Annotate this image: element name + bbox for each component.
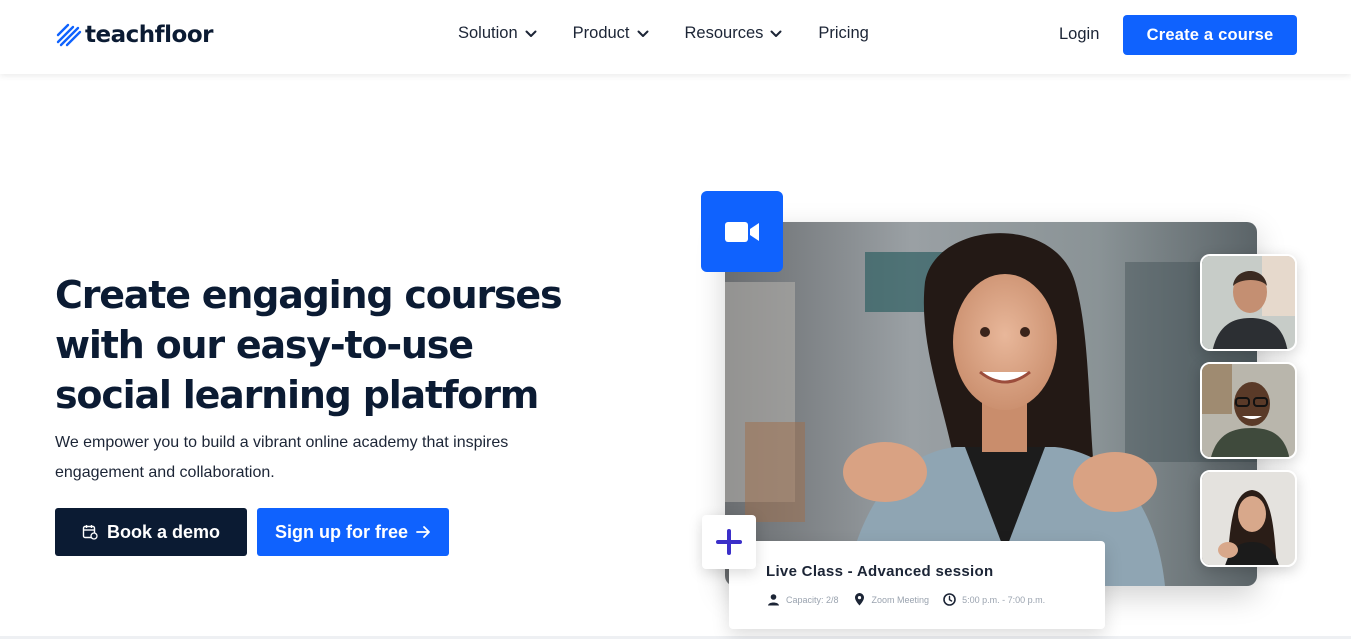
clock-icon bbox=[943, 593, 956, 606]
location-info: Zoom Meeting bbox=[853, 593, 930, 606]
teachfloor-logo[interactable]: teachfloor bbox=[56, 20, 213, 50]
signup-label: Sign up for free bbox=[274, 521, 408, 542]
login-link[interactable]: Login bbox=[1059, 25, 1099, 44]
hero-subtitle-line: We empower you to build a vibrant online… bbox=[55, 434, 509, 451]
plus-icon bbox=[716, 529, 742, 555]
participant-photo bbox=[1202, 472, 1295, 565]
instructor-video-frame bbox=[725, 222, 1257, 586]
nav-item-resources[interactable]: Resources bbox=[685, 24, 783, 43]
participant-photo bbox=[1202, 364, 1295, 457]
add-participant-button[interactable] bbox=[702, 515, 756, 569]
instructor-photo bbox=[725, 222, 1257, 586]
nav-item-solution[interactable]: Solution bbox=[458, 24, 537, 43]
time-text: 5:00 p.m. - 7:00 p.m. bbox=[962, 594, 1046, 605]
user-icon bbox=[768, 594, 779, 606]
live-class-title: Live Class - Advanced session bbox=[766, 563, 994, 580]
hero-title-line: with our easy-to-use bbox=[55, 323, 474, 367]
hero-subtitle-line: engagement and collaboration. bbox=[55, 464, 275, 481]
book-demo-button[interactable]: Book a demo bbox=[55, 508, 247, 556]
nav-label: Solution bbox=[458, 24, 518, 42]
participant-thumbnail bbox=[1200, 254, 1297, 351]
site-header: teachfloor Solution Product Resources Pr… bbox=[0, 0, 1351, 74]
chevron-down-icon bbox=[525, 30, 537, 37]
logo-text: teachfloor bbox=[85, 22, 213, 48]
hero-subtitle: We empower you to build a vibrant online… bbox=[55, 428, 575, 488]
arrow-right-icon bbox=[416, 526, 430, 538]
nav-item-pricing[interactable]: Pricing bbox=[818, 24, 868, 43]
live-class-meta: Capacity: 2/8 Zoom Meeting 5:00 p.m. - 7… bbox=[767, 593, 1059, 606]
nav-label: Product bbox=[572, 24, 630, 42]
participant-thumbnail bbox=[1200, 470, 1297, 567]
book-demo-label: Book a demo bbox=[106, 521, 221, 542]
location-text: Zoom Meeting bbox=[871, 594, 930, 605]
chevron-down-icon bbox=[637, 30, 649, 37]
hero-title-line: Create engaging courses bbox=[55, 273, 563, 317]
capacity-text: Capacity: 2/8 bbox=[786, 594, 839, 605]
signup-free-button[interactable]: Sign up for free bbox=[257, 508, 449, 556]
map-pin-icon bbox=[854, 593, 864, 606]
video-camera-icon bbox=[725, 221, 759, 242]
time-info: 5:00 p.m. - 7:00 p.m. bbox=[943, 593, 1045, 606]
hero-title-line: social learning platform bbox=[55, 373, 539, 417]
nav-label: Pricing bbox=[818, 24, 869, 42]
live-class-card: Live Class - Advanced session Capacity: … bbox=[729, 541, 1105, 629]
logo-stripes-icon bbox=[56, 23, 82, 47]
nav-label: Resources bbox=[684, 24, 764, 42]
calendar-icon bbox=[82, 525, 98, 540]
capacity-info: Capacity: 2/8 bbox=[767, 593, 839, 606]
participant-thumbnail bbox=[1200, 362, 1297, 459]
create-course-button[interactable]: Create a course bbox=[1123, 15, 1297, 55]
chevron-down-icon bbox=[770, 30, 782, 37]
main-nav: Solution Product Resources Pricing bbox=[458, 24, 869, 43]
nav-item-product[interactable]: Product bbox=[573, 24, 649, 43]
hero-title: Create engaging courses with our easy-to… bbox=[55, 270, 575, 420]
video-camera-tile bbox=[701, 191, 783, 272]
participant-photo bbox=[1202, 256, 1295, 349]
